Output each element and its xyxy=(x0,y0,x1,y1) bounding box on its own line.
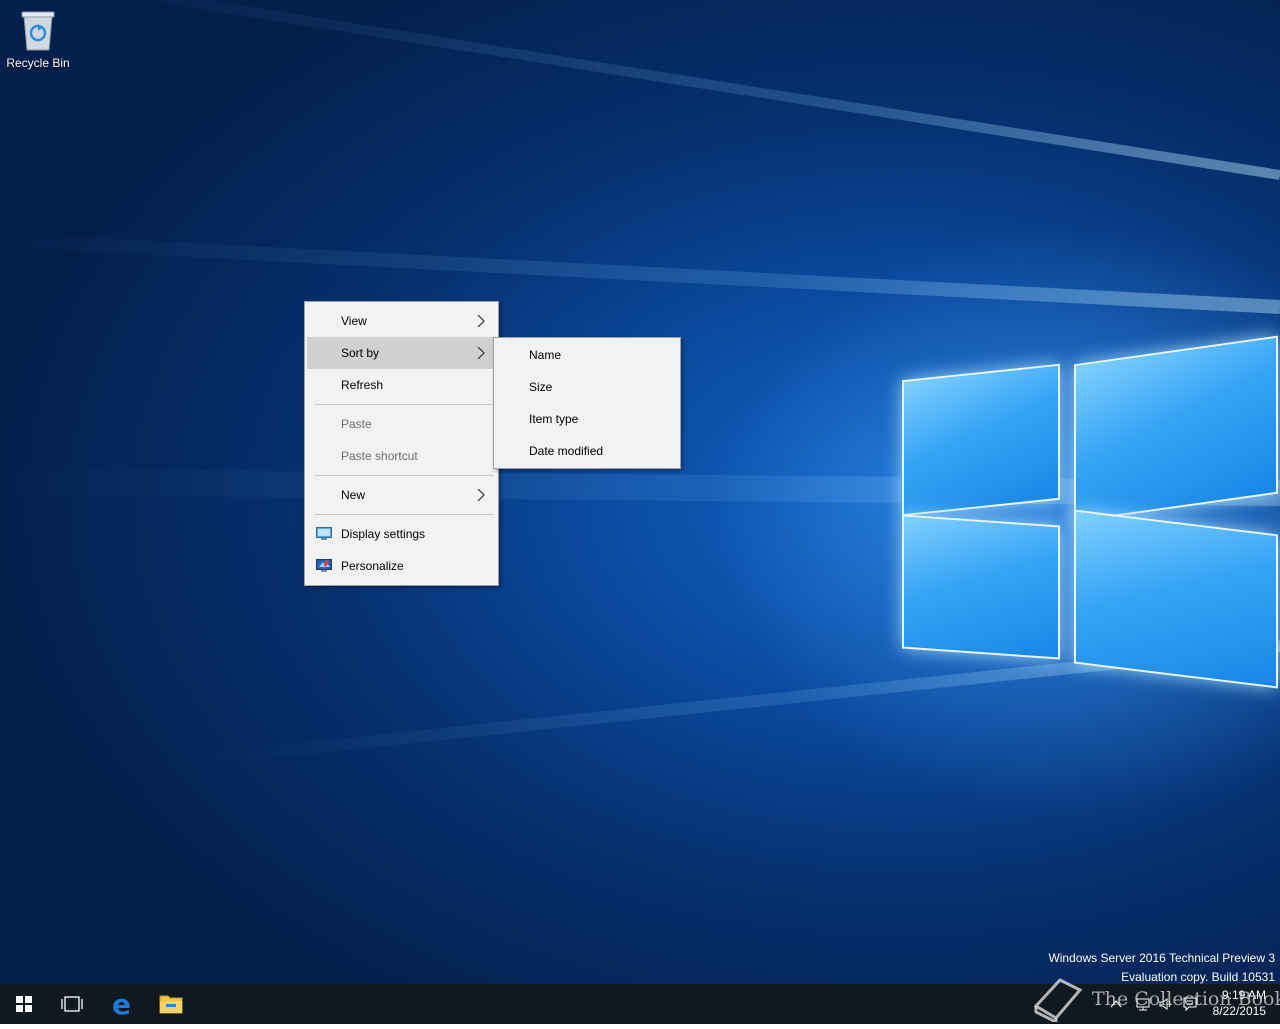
chevron-right-icon xyxy=(477,489,485,501)
menu-item-label: Paste shortcut xyxy=(341,449,418,463)
desktop-context-menu: View Sort by Refresh Paste Paste shortcu… xyxy=(304,301,499,586)
display-settings-icon xyxy=(316,527,332,540)
menu-item-label: Sort by xyxy=(341,346,380,360)
menu-item-label: Date modified xyxy=(529,444,604,458)
start-button[interactable] xyxy=(0,984,48,1024)
task-view-icon xyxy=(61,996,83,1012)
menu-item-view[interactable]: View xyxy=(307,305,496,337)
menu-item-label: Display settings xyxy=(341,527,426,541)
window-pane xyxy=(1074,509,1278,689)
collection-book-watermark: The Collection Book xyxy=(1030,972,1280,1024)
recycle-bin-desktop-icon[interactable]: Recycle Bin xyxy=(4,6,72,70)
menu-item-label: Item type xyxy=(529,412,579,426)
light-beam xyxy=(113,0,1280,180)
svg-text:e: e xyxy=(112,988,131,1021)
window-pane xyxy=(902,363,1060,517)
recycle-bin-label: Recycle Bin xyxy=(6,56,70,70)
book-icon xyxy=(1033,978,1083,1022)
menu-separator xyxy=(315,514,494,515)
menu-item-label: Paste xyxy=(341,417,372,431)
file-explorer-icon xyxy=(159,995,183,1014)
menu-item-refresh[interactable]: Refresh xyxy=(307,369,496,401)
chevron-right-icon xyxy=(477,315,485,327)
recycle-bin-icon xyxy=(18,6,58,52)
menu-item-label: Refresh xyxy=(341,378,384,392)
watermark-text: The Collection Book xyxy=(1092,988,1280,1010)
menu-item-new[interactable]: New xyxy=(307,479,496,511)
edge-icon: e xyxy=(112,988,131,1021)
desktop-background[interactable]: Recycle Bin View Sort by Refresh Paste P… xyxy=(0,0,1280,984)
watermark-line-1: Windows Server 2016 Technical Preview 3 xyxy=(1048,951,1275,965)
menu-item-personalize[interactable]: Personalize xyxy=(307,550,496,582)
menu-item-paste-shortcut[interactable]: Paste shortcut xyxy=(307,440,496,472)
file-explorer-button[interactable] xyxy=(147,984,195,1024)
edge-button[interactable]: e xyxy=(98,984,146,1024)
window-pane xyxy=(902,514,1060,660)
personalize-icon xyxy=(316,559,332,572)
menu-item-label: Name xyxy=(529,348,562,362)
menu-item-paste[interactable]: Paste xyxy=(307,408,496,440)
menu-item-label: Size xyxy=(529,380,553,394)
menu-item-label: New xyxy=(341,488,366,502)
light-beam xyxy=(1,233,1280,314)
menu-item-sort-by[interactable]: Sort by xyxy=(307,337,496,369)
menu-item-display-settings[interactable]: Display settings xyxy=(307,518,496,550)
menu-item-label: Personalize xyxy=(341,559,404,573)
window-pane xyxy=(1074,335,1278,523)
menu-item-label: View xyxy=(341,314,367,328)
sort-by-submenu: Name Size Item type Date modified xyxy=(493,337,681,469)
start-icon xyxy=(16,996,32,1012)
sort-by-size[interactable]: Size xyxy=(495,371,679,403)
chevron-right-icon xyxy=(477,347,485,359)
sort-by-name[interactable]: Name xyxy=(495,339,679,371)
menu-separator xyxy=(315,404,494,405)
sort-by-item-type[interactable]: Item type xyxy=(495,403,679,435)
sort-by-date-modified[interactable]: Date modified xyxy=(495,435,679,467)
menu-separator xyxy=(315,475,494,476)
task-view-button[interactable] xyxy=(48,984,96,1024)
